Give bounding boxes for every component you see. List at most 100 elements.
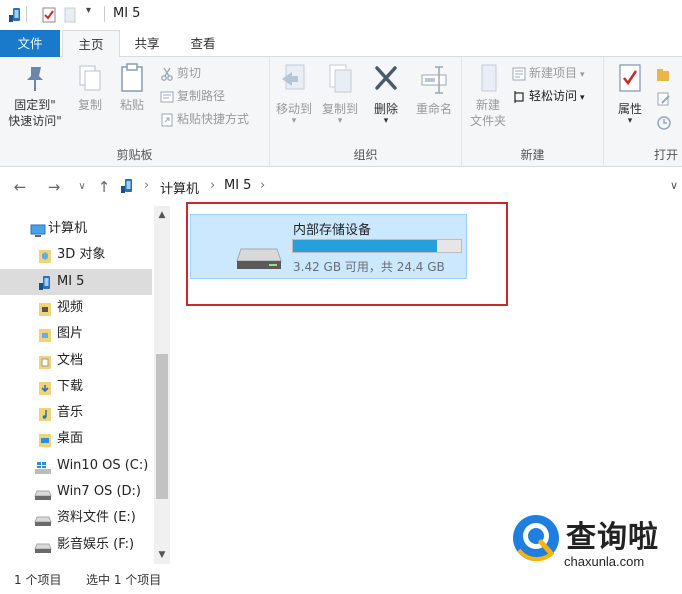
paste-button[interactable]: 粘贴 [112,63,152,113]
nav-item-label: 图片 [57,326,84,342]
drive-icon [34,538,52,564]
clipboard-group-label: 剪贴板 [116,148,153,162]
paste-label: 粘贴 [119,98,144,112]
nav-item[interactable]: 视频 [0,295,152,321]
breadcrumb-separator[interactable]: › [260,178,265,193]
tab-home[interactable]: 主页 [62,30,120,58]
ribbon: 固定到" 快速访问" 复制 粘贴 剪切 复制路径 粘贴快捷方式 剪贴板 移动到 … [0,57,682,167]
new-item-button[interactable]: 新建项目 ▾ [512,63,585,83]
easy-access-label: 轻松访问 [529,89,578,103]
scroll-up-icon[interactable]: ▲ [154,208,170,222]
tab-share[interactable]: 共享 [122,30,172,57]
easy-access-button[interactable]: 轻松访问 ▾ [512,86,585,106]
nav-item[interactable]: Win7 OS (D:) [0,479,152,505]
new-group: 新建 文件夹 新建项目 ▾ 轻松访问 ▾ 新建 [462,57,604,167]
scrollbar-thumb[interactable] [156,354,168,499]
pin-to-quick-access-button[interactable]: 固定到" 快速访问" [4,63,66,129]
nav-item-label: Win7 OS (D:) [57,484,141,499]
copy-icon [79,65,101,91]
new-folder-quick-icon[interactable] [64,7,76,23]
open-small-icon[interactable] [656,67,672,86]
address-bar[interactable]: › 计算机 › MI 5 › ∨ [118,175,680,199]
move-to-dropdown-icon: ▾ [291,116,297,126]
customize-quick-access-icon[interactable]: ▾ [86,5,91,21]
nav-item[interactable]: Win10 OS (C:) [0,453,152,479]
breadcrumb-separator[interactable]: › [144,178,149,193]
nav-item-label: 文档 [57,352,84,368]
nav-item[interactable]: 图片 [0,321,152,347]
breadcrumb-separator[interactable]: › [210,178,215,193]
copy-label: 复制 [77,98,102,112]
rename-button[interactable]: 重命名 [410,63,458,117]
forward-arrow-icon[interactable]: → [44,177,64,197]
back-arrow-icon[interactable]: ← [10,177,30,197]
item-count: 1 个项目 [14,573,62,587]
easy-access-icon [514,90,524,103]
nav-item[interactable]: 影音娱乐 (F:) [0,532,152,558]
copy-to-dropdown-icon: ▾ [337,116,343,126]
new-folder-label-line2: 文件夹 [469,114,506,128]
recent-locations-icon[interactable]: ∨ [72,177,92,197]
scissors-icon [161,67,173,81]
tab-file[interactable]: 文件 [0,30,60,57]
paste-shortcut-label: 粘贴快捷方式 [177,112,250,126]
nav-item[interactable]: 资料文件 (E:) [0,505,152,531]
cut-button[interactable]: 剪切 [160,63,201,83]
nav-item[interactable]: 桌面 [0,426,152,452]
cut-label: 剪切 [177,66,202,80]
scroll-down-icon[interactable]: ▼ [154,548,170,562]
rename-icon [421,66,447,94]
nav-item[interactable]: 下载 [0,374,152,400]
ribbon-tabs: 文件 主页 共享 查看 [0,30,682,58]
clipboard-group: 固定到" 快速访问" 复制 粘贴 剪切 复制路径 粘贴快捷方式 剪贴板 [0,57,270,167]
organize-group-label: 组织 [353,148,378,162]
copy-to-icon [329,64,352,93]
open-group-label: 打开 [654,148,679,162]
copy-path-button[interactable]: 复制路径 [160,86,225,106]
phone-icon [120,178,134,197]
watermark: 查询啦 chaxunla.com [508,510,682,574]
nav-item[interactable]: 文档 [0,348,152,374]
pin-label-line2: 快速访问" [8,114,62,128]
breadcrumb-computer[interactable]: 计算机 [160,178,199,197]
window-title: MI 5 [113,6,141,21]
move-to-label: 移动到 [275,102,312,116]
address-dropdown-icon[interactable]: ∨ [670,179,678,192]
pin-icon [27,67,43,91]
tab-view[interactable]: 查看 [178,30,228,57]
toolbar-divider [26,6,27,22]
paste-shortcut-icon [161,113,173,126]
toolbar-divider [104,6,105,22]
properties-icon [619,64,641,92]
navigation-bar: ← → ∨ ↑ › 计算机 › MI 5 › ∨ [0,168,682,206]
properties-button[interactable]: 属性 ▾ [610,63,650,126]
copy-button[interactable]: 复制 [70,63,110,113]
breadcrumb-mi5[interactable]: MI 5 [224,178,251,193]
properties-label: 属性 [617,102,642,116]
properties-quick-icon[interactable] [42,7,56,23]
nav-item[interactable]: MI 5 [0,268,152,295]
up-arrow-icon[interactable]: ↑ [94,177,114,197]
delete-button[interactable]: 删除 ▾ [366,63,406,126]
new-folder-label-line1: 新建 [475,98,500,112]
nav-item[interactable]: 计算机 [0,216,152,242]
highlight-box [186,202,508,306]
properties-dropdown-icon: ▾ [627,116,633,126]
easy-access-dropdown-icon: ▾ [580,93,585,103]
paste-shortcut-button[interactable]: 粘贴快捷方式 [160,109,249,129]
copy-to-button[interactable]: 复制到 ▾ [318,63,362,126]
nav-item-label: MI 5 [57,273,85,289]
edit-small-icon[interactable] [656,91,672,110]
delete-dropdown-icon: ▾ [383,116,389,126]
watermark-logo-icon [513,515,559,562]
nav-item[interactable]: 音乐 [0,400,152,426]
pin-label-line1: 固定到" [14,98,56,112]
nav-scrollbar[interactable]: ▲ ▼ [154,206,170,564]
rename-label: 重命名 [415,102,452,116]
move-to-button[interactable]: 移动到 ▾ [272,63,316,126]
history-small-icon[interactable] [656,115,672,134]
nav-item[interactable]: 3D 对象 [0,242,152,268]
nav-item-label: 下载 [57,378,84,394]
new-folder-button[interactable]: 新建 文件夹 [464,63,512,129]
organize-group: 移动到 ▾ 复制到 ▾ 删除 ▾ 重命名 组织 [270,57,462,167]
